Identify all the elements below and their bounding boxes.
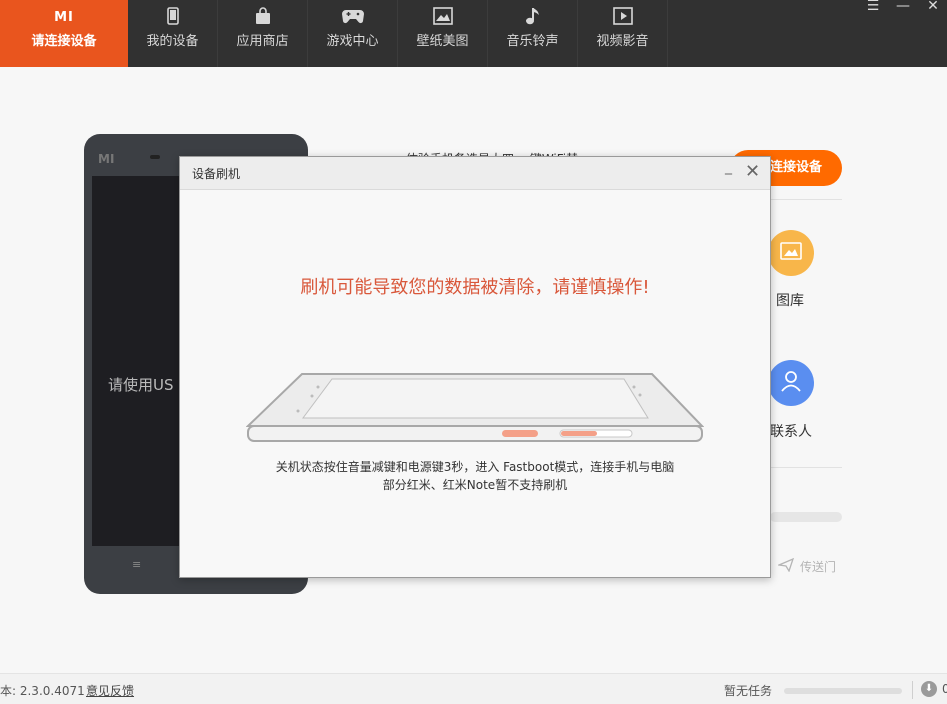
nav-label: 游戏中心	[326, 34, 379, 49]
paper-plane-icon	[776, 557, 795, 575]
divider	[770, 467, 842, 468]
minimize-icon[interactable]: —	[895, 0, 911, 13]
phone-screen-text: 请使用US	[108, 376, 174, 394]
nav-item-app-store[interactable]: 应用商店	[218, 0, 308, 67]
video-play-icon	[578, 6, 667, 26]
gallery-icon	[780, 242, 802, 264]
gamepad-icon	[308, 6, 397, 26]
music-note-icon	[488, 6, 577, 26]
contacts-button[interactable]	[768, 360, 814, 406]
flash-device-dialog: 设备刷机 _ ✕ 刷机可能导致您的数据被清除，请谨慎操作! 关机状态按住音量减键…	[179, 156, 771, 578]
version-text: 本: 2.3.0.4071	[0, 684, 85, 698]
instruction-line-1: 关机状态按住音量减键和电源键3秒，进入 Fastboot模式，连接手机与电脑	[275, 460, 675, 474]
nav-label: 视频影音	[596, 34, 649, 49]
send-portal-button[interactable]: 传送门	[776, 557, 837, 575]
phone-speaker	[150, 155, 160, 159]
dialog-titlebar[interactable]: 设备刷机 _ ✕	[180, 157, 770, 190]
task-progress-bar	[784, 688, 902, 694]
warning-text: 刷机可能导致您的数据被清除，请谨慎操作!	[300, 277, 650, 298]
mi-logo: MI	[54, 10, 74, 25]
storage-progress-bar	[770, 512, 842, 522]
feedback-link[interactable]: 意见反馈	[86, 682, 134, 699]
nav-item-music[interactable]: 音乐铃声	[488, 0, 578, 67]
nav-item-my-device[interactable]: 我的设备	[128, 0, 218, 67]
dialog-close-icon[interactable]: ✕	[745, 161, 760, 183]
nav-label: 应用商店	[236, 34, 289, 49]
phone-mi-logo: MI	[98, 152, 115, 166]
connect-device-tab[interactable]: MI 请连接设备	[0, 0, 128, 67]
nav-item-video[interactable]: 视频影音	[578, 0, 668, 67]
shopping-bag-icon	[218, 6, 307, 26]
phone-menu-key: ≡	[132, 558, 142, 571]
phone-icon	[128, 6, 217, 26]
phone-side-illustration	[245, 371, 705, 447]
contact-icon	[781, 370, 801, 396]
dialog-title: 设备刷机	[192, 167, 241, 181]
nav-label: 壁纸美图	[416, 34, 469, 49]
divider	[770, 199, 842, 200]
divider	[912, 681, 913, 699]
dialog-minimize-icon[interactable]: _	[725, 159, 732, 175]
menu-icon[interactable]: ☰	[865, 0, 881, 13]
nav-label: 我的设备	[146, 34, 199, 49]
download-icon[interactable]: ⬇	[921, 681, 937, 697]
gallery-label: 图库	[776, 293, 804, 309]
status-bar: 本: 2.3.0.4071 意见反馈 暂无任务 ⬇ 0	[0, 673, 947, 704]
contacts-label: 联系人	[770, 424, 812, 440]
download-count: 0	[942, 682, 947, 696]
nav-item-wallpapers[interactable]: 壁纸美图	[398, 0, 488, 67]
window-controls: ☰ — ✕	[865, 0, 941, 13]
nav-label: 音乐铃声	[506, 34, 559, 49]
gallery-button[interactable]	[768, 230, 814, 276]
instruction-line-2: 部分红米、红米Note暂不支持刷机	[382, 478, 568, 492]
task-status: 暂无任务	[724, 684, 773, 698]
send-portal-label: 传送门	[800, 560, 837, 574]
top-bar: MI 请连接设备 我的设备 应用商店 游戏中心 壁纸美图 音乐铃声 视频影音 ☰…	[0, 0, 947, 67]
nav-item-game-center[interactable]: 游戏中心	[308, 0, 398, 67]
close-icon[interactable]: ✕	[925, 0, 941, 13]
connect-device-label: 请连接设备	[31, 34, 97, 49]
picture-icon	[398, 6, 487, 26]
nav-bar: 我的设备 应用商店 游戏中心 壁纸美图 音乐铃声 视频影音	[128, 0, 668, 67]
